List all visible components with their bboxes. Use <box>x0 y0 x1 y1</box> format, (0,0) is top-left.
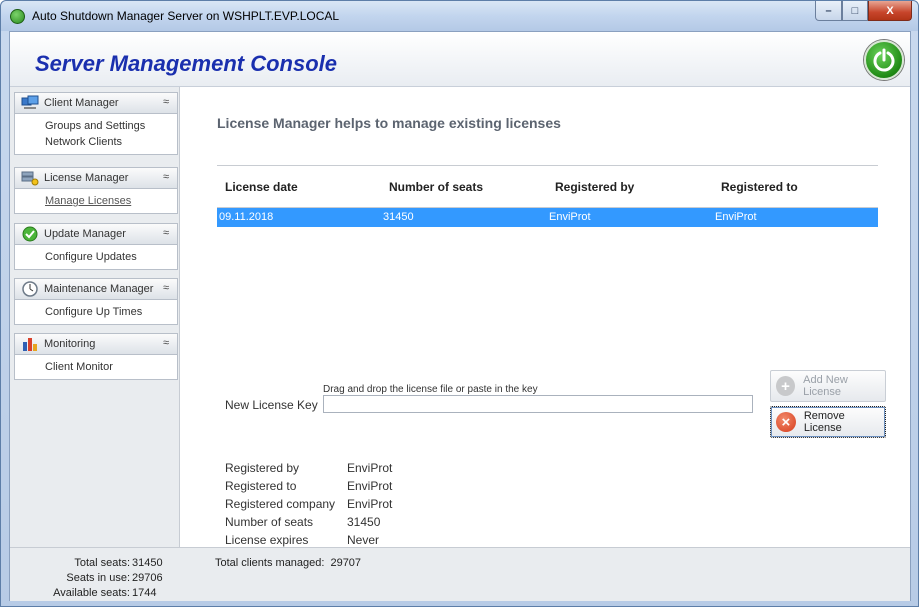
license-details: Registered by EnviProt Registered to Env… <box>225 461 392 551</box>
sidebar-group-license-manager: License Manager ≈ Manage Licenses <box>14 167 178 214</box>
remove-license-label: Remove License <box>803 410 845 434</box>
sidebar-group-label: License Manager <box>44 172 129 184</box>
table-cell: 31450 <box>383 211 414 223</box>
detail-row: Registered to EnviProt <box>225 479 392 497</box>
sidebar-group-body: Configure Updates <box>14 245 178 270</box>
minimize-button[interactable]: – <box>815 1 842 21</box>
computers-icon <box>21 95 39 111</box>
title-bar[interactable]: Auto Shutdown Manager Server on WSHPLT.E… <box>1 1 918 31</box>
table-cell: EnviProt <box>715 211 757 223</box>
column-header-registered-to[interactable]: Registered to <box>713 166 878 207</box>
table-cell: 09.11.2018 <box>219 211 274 223</box>
power-logo-icon <box>864 40 904 80</box>
seats-in-use-value: 29706 <box>132 572 163 584</box>
license-key-input[interactable] <box>323 395 753 413</box>
detail-value: EnviProt <box>347 461 393 475</box>
maximize-button[interactable]: □ <box>842 1 868 21</box>
collapse-chevron-icon[interactable]: ≈ <box>163 337 169 349</box>
detail-label: Registered company <box>225 497 336 511</box>
available-seats-value: 1744 <box>132 587 157 599</box>
sidebar-item-client-monitor[interactable]: Client Monitor <box>15 359 177 375</box>
total-seats-value: 31450 <box>132 557 163 569</box>
sidebar-group-header[interactable]: Maintenance Manager ≈ <box>14 278 178 300</box>
remove-license-button[interactable]: × Remove License <box>770 406 886 438</box>
detail-row: Number of seats 31450 <box>225 515 392 533</box>
sidebar-group-header[interactable]: Client Manager ≈ <box>14 92 178 114</box>
seats-in-use-label: Seats in use: <box>66 572 130 584</box>
collapse-chevron-icon[interactable]: ≈ <box>163 96 169 108</box>
sidebar-group-label: Client Manager <box>44 97 119 109</box>
sidebar-group-header[interactable]: Update Manager ≈ <box>14 223 178 245</box>
sidebar-group-label: Monitoring <box>44 338 96 350</box>
column-header-registered-by[interactable]: Registered by <box>547 166 713 207</box>
sidebar-group-body: Groups and Settings Network Clients <box>14 114 178 155</box>
sidebar-item-groups-and-settings[interactable]: Groups and Settings <box>15 118 177 134</box>
add-new-license-button[interactable]: + Add New License <box>770 370 886 402</box>
section-heading: License Manager helps to manage existing… <box>217 115 561 131</box>
remove-icon: × <box>776 412 796 432</box>
sidebar-group-body: Configure Up Times <box>14 300 178 325</box>
sidebar-group-body: Manage Licenses <box>14 189 178 214</box>
sidebar-group-maintenance-manager: Maintenance Manager ≈ Configure Up Times <box>14 278 178 325</box>
sidebar-group-body: Client Monitor <box>14 355 178 380</box>
sidebar-item-network-clients[interactable]: Network Clients <box>15 134 177 150</box>
add-new-license-label: Add New License <box>803 374 848 398</box>
collapse-chevron-icon[interactable]: ≈ <box>163 227 169 239</box>
sidebar-item-manage-licenses[interactable]: Manage Licenses <box>15 193 177 209</box>
license-table: License date Number of seats Registered … <box>217 165 878 229</box>
detail-row: Registered company EnviProt <box>225 497 392 515</box>
clients-managed-label: Total clients managed: <box>215 557 325 569</box>
clock-icon <box>21 281 39 297</box>
clients-managed-value: 29707 <box>330 557 362 569</box>
app-window: Auto Shutdown Manager Server on WSHPLT.E… <box>0 0 919 607</box>
detail-value: EnviProt <box>347 479 393 493</box>
license-server-icon <box>21 170 39 186</box>
sidebar-group-client-manager: Client Manager ≈ Groups and Settings Net… <box>14 92 178 155</box>
sidebar-group-label: Maintenance Manager <box>44 283 154 295</box>
window-title: Auto Shutdown Manager Server on WSHPLT.E… <box>32 9 340 23</box>
detail-label: Registered to <box>225 479 297 493</box>
status-footer: Total seats: 31450 Seats in use: 29706 A… <box>10 547 910 601</box>
clients-managed: Total clients managed: 29707 <box>215 557 361 569</box>
sidebar-group-update-manager: Update Manager ≈ Configure Updates <box>14 223 178 270</box>
console-header: Server Management Console <box>10 32 910 87</box>
table-cell: EnviProt <box>549 211 591 223</box>
total-seats-label: Total seats: <box>74 557 130 569</box>
detail-label: Number of seats <box>225 515 314 529</box>
sidebar: Client Manager ≈ Groups and Settings Net… <box>10 87 180 547</box>
available-seats-label: Available seats: <box>53 587 130 599</box>
sidebar-item-configure-updates[interactable]: Configure Updates <box>15 249 177 265</box>
client-area: Server Management Console Client Manager… <box>9 31 911 601</box>
detail-value: 31450 <box>347 515 381 529</box>
app-power-icon <box>10 9 25 24</box>
sidebar-group-label: Update Manager <box>44 228 126 240</box>
detail-value: EnviProt <box>347 497 393 511</box>
update-check-icon <box>21 226 39 242</box>
sidebar-group-header[interactable]: Monitoring ≈ <box>14 333 178 355</box>
sidebar-group-header[interactable]: License Manager ≈ <box>14 167 178 189</box>
page-title: Server Management Console <box>35 51 337 76</box>
column-header-number-of-seats[interactable]: Number of seats <box>381 166 547 207</box>
add-icon: + <box>776 376 796 396</box>
collapse-chevron-icon[interactable]: ≈ <box>163 171 169 183</box>
main-panel: License Manager helps to manage existing… <box>181 87 910 547</box>
window-controls: – □ X <box>815 1 912 21</box>
close-button[interactable]: X <box>868 1 912 21</box>
table-row[interactable]: 09.11.2018 31450 EnviProt EnviProt <box>217 208 878 227</box>
sidebar-item-configure-up-times[interactable]: Configure Up Times <box>15 304 177 320</box>
license-key-label: New License Key <box>225 398 318 412</box>
column-header-license-date[interactable]: License date <box>217 166 381 207</box>
detail-label: Registered by <box>225 461 300 475</box>
license-key-hint: Drag and drop the license file or paste … <box>323 384 538 395</box>
collapse-chevron-icon[interactable]: ≈ <box>163 282 169 294</box>
bar-chart-icon <box>21 336 39 352</box>
detail-row: Registered by EnviProt <box>225 461 392 479</box>
sidebar-group-monitoring: Monitoring ≈ Client Monitor <box>14 333 178 380</box>
table-header: License date Number of seats Registered … <box>217 166 878 208</box>
